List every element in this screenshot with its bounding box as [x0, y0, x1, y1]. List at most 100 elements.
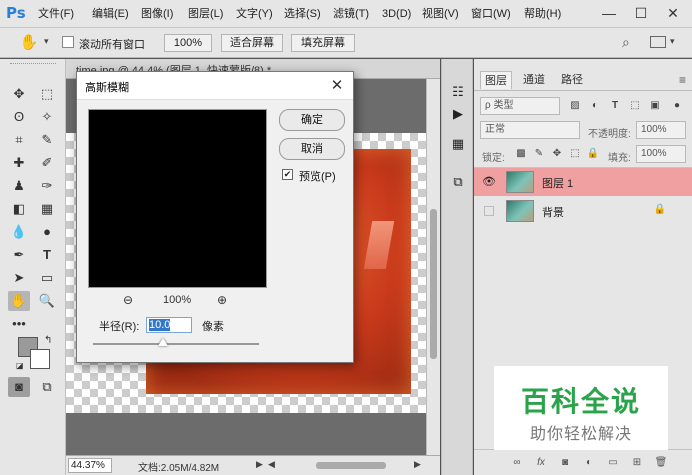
menu-file[interactable]: 文件(F) [38, 6, 74, 22]
background-color-swatch[interactable] [30, 349, 50, 369]
menu-select[interactable]: 选择(S) [284, 6, 321, 22]
eraser-tool-icon[interactable]: ◧ [8, 199, 30, 219]
lock-all-icon[interactable]: 🔒 [586, 147, 600, 161]
blend-mode-select[interactable]: 正常 [480, 121, 580, 139]
lock-transparent-icon[interactable]: ▩ [514, 147, 528, 161]
status-menu-arrow-icon[interactable]: ▶ [256, 459, 263, 470]
ok-button[interactable]: 确定 [279, 109, 345, 131]
rectangle-tool-icon[interactable]: ▭ [36, 268, 58, 288]
preview-checkbox[interactable]: ✔ [282, 169, 293, 180]
workspace-chevron-icon[interactable]: ▾ [670, 36, 675, 47]
hand-tool-active-icon[interactable]: ✋ [8, 291, 30, 311]
filter-toggle-icon[interactable]: ● [670, 99, 684, 113]
more-tools-icon[interactable]: ••• [8, 314, 30, 334]
properties-panel-icon[interactable]: ▦ [449, 135, 467, 153]
brush-tool-icon[interactable]: ✐ [36, 153, 58, 173]
filter-smart-object-icon[interactable]: ▣ [648, 99, 662, 113]
layer-kind-filter[interactable]: ρ 类型 [480, 97, 560, 115]
radius-slider-track[interactable] [93, 343, 259, 345]
zoom-level-field[interactable]: 44.37% [68, 458, 112, 473]
zoom-out-icon[interactable]: ⊖ [123, 293, 133, 307]
workspace-icon[interactable] [650, 36, 666, 48]
eyedropper-tool-icon[interactable]: ✎ [36, 130, 58, 150]
pen-tool-icon[interactable]: ✒ [8, 245, 30, 265]
maximize-icon[interactable]: ☐ [626, 0, 656, 26]
blur-preview[interactable] [88, 109, 267, 288]
menu-view[interactable]: 视图(V) [422, 6, 459, 22]
zoom-tool-icon[interactable]: 🔍 [36, 291, 58, 311]
history-brush-tool-icon[interactable]: ✑ [36, 176, 58, 196]
swap-colors-icon[interactable]: ↰ [44, 335, 52, 346]
menu-help[interactable]: 帮助(H) [524, 6, 561, 22]
eye-icon[interactable]: 👁 [482, 175, 496, 189]
lock-artboard-icon[interactable]: ⬚ [568, 147, 582, 161]
paragraph-panel-icon[interactable]: ⧉ [449, 173, 467, 191]
lock-image-icon[interactable]: ✎ [532, 147, 546, 161]
layer-row-background[interactable]: 背景 🔒 [474, 197, 692, 225]
close-icon[interactable]: ✕ [327, 76, 347, 96]
menu-type[interactable]: 文字(Y) [236, 6, 273, 22]
zoom-in-icon[interactable]: ⊕ [217, 293, 227, 307]
crop-tool-icon[interactable]: ⌗ [8, 130, 30, 150]
radius-input[interactable]: 10.0 [146, 317, 192, 333]
search-icon[interactable]: ⌕ [622, 34, 630, 51]
menu-filter[interactable]: 滤镜(T) [333, 6, 369, 22]
gradient-tool-icon[interactable]: ▦ [36, 199, 58, 219]
path-selection-tool-icon[interactable]: ➤ [8, 268, 30, 288]
menu-layer[interactable]: 图层(L) [188, 6, 223, 22]
filter-shape-icon[interactable]: ⬚ [628, 99, 642, 113]
layer-style-icon[interactable]: fx [534, 456, 548, 470]
history-panel-icon[interactable]: ☷ [449, 83, 467, 101]
radius-slider-thumb[interactable] [157, 338, 168, 346]
layer-name[interactable]: 背景 [542, 204, 564, 220]
cancel-button[interactable]: 取消 [279, 138, 345, 160]
marquee-tool-icon[interactable]: ⬚ [36, 84, 58, 104]
actions-play-icon[interactable]: ▶ [449, 105, 467, 123]
lasso-tool-icon[interactable]: ʘ [8, 107, 30, 127]
filter-type-icon[interactable]: T [608, 99, 622, 113]
horizontal-scroll-thumb[interactable] [316, 462, 386, 469]
dialog-titlebar[interactable]: 高斯模糊 ✕ [77, 72, 353, 100]
fit-screen-button[interactable]: 适合屏幕 [221, 34, 283, 52]
default-colors-icon[interactable]: ◪ [16, 361, 24, 370]
zoom-100-button[interactable]: 100% [164, 34, 212, 52]
fill-screen-button[interactable]: 填充屏幕 [291, 34, 355, 52]
magic-wand-tool-icon[interactable]: ✧ [36, 107, 58, 127]
new-layer-icon[interactable]: ⊞ [630, 456, 644, 470]
menu-image[interactable]: 图像(I) [141, 6, 173, 22]
type-tool-icon[interactable]: T [36, 245, 58, 265]
link-layers-icon[interactable]: ∞ [510, 456, 524, 470]
delete-layer-icon[interactable]: 🗑 [654, 456, 668, 470]
panel-menu-icon[interactable]: ≡ [679, 73, 686, 87]
healing-brush-tool-icon[interactable]: ✚ [8, 153, 30, 173]
vertical-scrollbar[interactable] [426, 79, 440, 455]
layer-row-layer1[interactable]: 👁 图层 1 [474, 168, 692, 196]
opacity-field[interactable]: 100% [636, 121, 686, 139]
add-mask-icon[interactable]: ◙ [558, 456, 572, 470]
lock-position-icon[interactable]: ✥ [550, 147, 564, 161]
tab-layers[interactable]: 图层 [480, 71, 512, 89]
tab-paths[interactable]: 路径 [556, 71, 588, 89]
scroll-right-icon[interactable]: ▶ [414, 459, 421, 470]
scroll-left-icon[interactable]: ◀ [268, 459, 275, 470]
filter-adjustment-icon[interactable]: ◐ [588, 99, 602, 113]
tab-channels[interactable]: 通道 [518, 71, 550, 89]
fill-field[interactable]: 100% [636, 145, 686, 163]
menu-edit[interactable]: 编辑(E) [92, 6, 129, 22]
new-group-icon[interactable]: ▭ [606, 456, 620, 470]
close-icon[interactable]: ✕ [658, 0, 688, 26]
scroll-all-checkbox[interactable] [62, 36, 74, 48]
menu-3d[interactable]: 3D(D) [382, 6, 411, 22]
quick-mask-icon[interactable]: ◙ [8, 377, 30, 397]
layer-name[interactable]: 图层 1 [542, 175, 573, 191]
clone-stamp-tool-icon[interactable]: ♟ [8, 176, 30, 196]
vertical-scroll-thumb[interactable] [430, 209, 437, 359]
dodge-tool-icon[interactable]: ● [36, 222, 58, 242]
screen-mode-icon[interactable]: ⧉ [36, 377, 58, 397]
tool-preset-chevron-icon[interactable]: ▾ [44, 36, 49, 47]
blur-tool-icon[interactable]: 💧 [8, 222, 30, 242]
move-tool-icon[interactable]: ✥ [8, 84, 30, 104]
minimize-icon[interactable]: — [594, 0, 624, 26]
menu-window[interactable]: 窗口(W) [471, 6, 511, 22]
hand-tool-icon[interactable]: ✋ [18, 33, 40, 53]
